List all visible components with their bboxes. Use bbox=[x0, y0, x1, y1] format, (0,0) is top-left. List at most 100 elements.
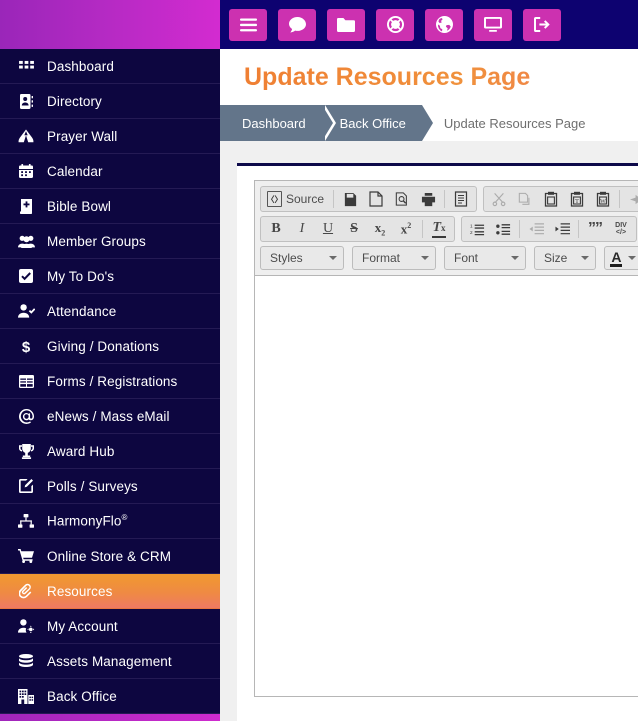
registered-mark: ® bbox=[121, 513, 128, 523]
toolbar-row-2: B I U S x2 x2 Tx 1 2 ”” DIV </> bbox=[260, 216, 638, 242]
breadcrumb-item-back-office[interactable]: Back Office bbox=[321, 105, 437, 141]
paperclip-icon bbox=[14, 583, 38, 599]
chevron-down-icon bbox=[511, 256, 519, 260]
sidebar-item-dashboard[interactable]: Dashboard bbox=[0, 49, 220, 84]
sidebar-item-assets-management[interactable]: Assets Management bbox=[0, 644, 220, 679]
breadcrumb-bar: Dashboard Back Office Update Resources P… bbox=[220, 105, 638, 141]
sidebar-item-label: Resources bbox=[47, 583, 113, 599]
desktop-icon bbox=[484, 17, 502, 32]
italic-button[interactable]: I bbox=[289, 218, 315, 240]
website-button[interactable] bbox=[425, 8, 463, 41]
chevron-down-icon bbox=[421, 256, 429, 260]
sign-out-icon bbox=[533, 17, 551, 32]
toolbar-row-1: 〈〉 Source T W bbox=[260, 186, 638, 212]
print-button[interactable] bbox=[415, 188, 441, 210]
sidebar-item-attendance[interactable]: Attendance bbox=[0, 294, 220, 329]
sidebar-item-my-account[interactable]: My Account bbox=[0, 609, 220, 644]
sidebar-item-giving-donations[interactable]: $ Giving / Donations bbox=[0, 329, 220, 364]
sidebar-item-online-store-crm[interactable]: Online Store & CRM bbox=[0, 539, 220, 574]
numbered-list-icon: 1 2 bbox=[470, 224, 484, 236]
display-button[interactable] bbox=[474, 8, 512, 41]
sidebar-item-polls-surveys[interactable]: Polls / Surveys bbox=[0, 469, 220, 504]
numbered-list-button[interactable]: 1 2 bbox=[464, 218, 490, 240]
text-color-button[interactable]: A bbox=[604, 246, 638, 270]
support-button[interactable] bbox=[376, 8, 414, 41]
preview-button[interactable] bbox=[389, 188, 415, 210]
chevron-down-icon bbox=[329, 256, 337, 260]
subscript-button[interactable]: x2 bbox=[367, 218, 393, 240]
svg-text:$: $ bbox=[22, 339, 31, 354]
new-page-button[interactable] bbox=[363, 188, 389, 210]
toolbar-separator bbox=[619, 190, 621, 208]
calendar-icon bbox=[14, 164, 38, 178]
top-bar bbox=[220, 0, 638, 49]
strikethrough-button[interactable]: S bbox=[341, 218, 367, 240]
paste-word-icon: W bbox=[596, 191, 610, 207]
div-container-icon: DIV </> bbox=[615, 222, 627, 236]
bold-button[interactable]: B bbox=[263, 218, 289, 240]
size-combo[interactable]: Size bbox=[534, 246, 597, 270]
sidebar-item-calendar[interactable]: Calendar bbox=[0, 154, 220, 189]
files-button[interactable] bbox=[327, 8, 365, 41]
block-quote-button[interactable]: ”” bbox=[582, 218, 608, 240]
font-combo[interactable]: Font bbox=[444, 246, 526, 270]
underline-button[interactable]: U bbox=[315, 218, 341, 240]
undo-button[interactable] bbox=[623, 188, 638, 210]
toolbar-group-document: 〈〉 Source bbox=[260, 186, 478, 212]
scissors-icon bbox=[492, 192, 506, 206]
sidebar-item-resources[interactable]: Resources bbox=[0, 574, 220, 609]
bulleted-list-icon bbox=[495, 224, 510, 235]
sidebar-item-my-to-do-s[interactable]: My To Do's bbox=[0, 259, 220, 294]
templates-button[interactable] bbox=[448, 188, 474, 210]
sidebar-item-enews-mass-email[interactable]: eNews / Mass eMail bbox=[0, 399, 220, 434]
sidebar-item-label: Directory bbox=[47, 93, 102, 109]
table-icon bbox=[14, 374, 38, 388]
text-color-icon: A bbox=[610, 248, 623, 267]
menu-toggle-button[interactable] bbox=[229, 8, 267, 41]
source-button[interactable]: 〈〉 Source bbox=[263, 188, 330, 210]
format-combo-label: Format bbox=[362, 251, 401, 265]
blockquote-icon: ”” bbox=[588, 220, 603, 237]
breadcrumb-item-current: Update Resources Page bbox=[443, 115, 586, 131]
outdent-icon bbox=[528, 223, 544, 235]
toolbar-separator bbox=[333, 190, 335, 208]
comment-icon bbox=[288, 16, 306, 33]
paste-from-word-button[interactable]: W bbox=[590, 188, 616, 210]
sidebar-item-award-hub[interactable]: Award Hub bbox=[0, 434, 220, 469]
increase-indent-button[interactable] bbox=[549, 218, 575, 240]
copy-icon bbox=[518, 192, 530, 205]
cut-button[interactable] bbox=[486, 188, 512, 210]
sidebar-item-label: Prayer Wall bbox=[47, 128, 118, 144]
sidebar-item-prayer-wall[interactable]: Prayer Wall bbox=[0, 119, 220, 154]
subscript-icon: x2 bbox=[374, 220, 386, 238]
decrease-indent-button[interactable] bbox=[523, 218, 549, 240]
app-root: Dashboard Directory Prayer Wall Calendar Bib… bbox=[0, 0, 638, 721]
user-cog-icon bbox=[14, 619, 38, 633]
sidebar-item-harmonyflo[interactable]: HarmonyFlo® bbox=[0, 504, 220, 539]
content-spacer bbox=[220, 141, 638, 163]
create-div-container-button[interactable]: DIV </> bbox=[608, 218, 634, 240]
copy-button[interactable] bbox=[512, 188, 538, 210]
paste-button[interactable] bbox=[538, 188, 564, 210]
check-square-icon bbox=[14, 269, 38, 283]
chevron-down-icon bbox=[628, 256, 637, 260]
messages-button[interactable] bbox=[278, 8, 316, 41]
superscript-button[interactable]: x2 bbox=[393, 218, 419, 240]
sidebar-item-label: Award Hub bbox=[47, 443, 115, 459]
paste-as-plain-text-button[interactable]: T bbox=[564, 188, 590, 210]
breadcrumb-item-dashboard[interactable]: Dashboard bbox=[220, 105, 336, 141]
save-button[interactable] bbox=[337, 188, 363, 210]
bulleted-list-button[interactable] bbox=[490, 218, 516, 240]
sidebar-item-directory[interactable]: Directory bbox=[0, 84, 220, 119]
toolbar-separator bbox=[422, 220, 423, 238]
styles-combo[interactable]: Styles bbox=[260, 246, 344, 270]
format-combo[interactable]: Format bbox=[352, 246, 436, 270]
sidebar-item-label: My To Do's bbox=[47, 268, 115, 284]
sidebar-item-bible-bowl[interactable]: Bible Bowl bbox=[0, 189, 220, 224]
sidebar-item-forms-registrations[interactable]: Forms / Registrations bbox=[0, 364, 220, 399]
remove-format-button[interactable]: Tx bbox=[426, 218, 452, 240]
sidebar-item-back-office[interactable]: Back Office bbox=[0, 679, 220, 714]
logout-button[interactable] bbox=[523, 8, 561, 41]
sidebar-item-member-groups[interactable]: Member Groups bbox=[0, 224, 220, 259]
editor-content-area[interactable] bbox=[255, 276, 638, 696]
